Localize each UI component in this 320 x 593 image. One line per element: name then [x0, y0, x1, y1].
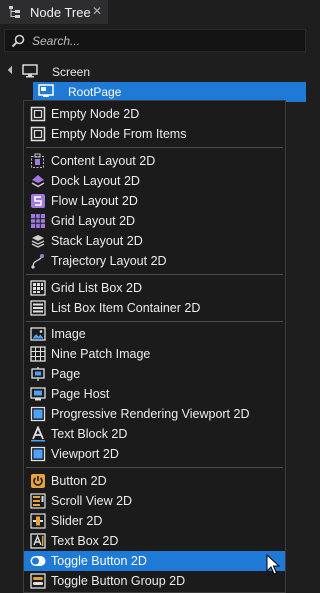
tree-node-label: RootPage: [68, 85, 122, 99]
menu-item-label: Flow Layout 2D: [51, 194, 138, 208]
menu-item-list-box-item-container-2d[interactable]: List Box Item Container 2D: [24, 298, 285, 318]
content-layout-icon: [31, 153, 44, 168]
menu-item-label: Scroll View 2D: [51, 494, 133, 508]
button-icon: [31, 474, 45, 488]
menu-item-flow-layout-2d[interactable]: Flow Layout 2D: [24, 191, 285, 211]
menu-item-label: Dock Layout 2D: [51, 174, 140, 188]
menu-item-button-2d[interactable]: Button 2D: [24, 471, 285, 491]
nine-patch-icon: [30, 346, 46, 362]
image-icon: [30, 327, 46, 341]
page-icon: [38, 84, 54, 97]
node-tree-icon: [9, 6, 20, 18]
menu-item-label: Toggle Button Group 2D: [51, 574, 186, 588]
grid-layout-icon: [31, 214, 45, 228]
menu-item-grid-list-box-2d[interactable]: Grid List Box 2D: [24, 278, 285, 298]
menu-item-text-box-2d[interactable]: Text Box 2D: [24, 531, 285, 551]
text-box-icon: [30, 533, 46, 549]
menu-item-label: Empty Node From Items: [51, 127, 187, 141]
menu-item-content-layout-2d[interactable]: Content Layout 2D: [24, 151, 285, 171]
search-input[interactable]: [32, 33, 292, 48]
panel-title: Node Tree: [30, 4, 91, 20]
viewport-icon: [30, 446, 46, 462]
menu-item-dock-layout-2d[interactable]: Dock Layout 2D: [24, 171, 285, 191]
menu-item-empty-node-from-items[interactable]: Empty Node From Items: [24, 124, 285, 144]
viewport-icon: [30, 406, 46, 422]
menu-item-grid-layout-2d[interactable]: Grid Layout 2D: [24, 211, 285, 231]
close-icon[interactable]: ✕: [92, 4, 102, 18]
menu-item-label: Stack Layout 2D: [51, 234, 143, 248]
slider-icon: [30, 513, 46, 529]
menu-item-page-host[interactable]: Page Host: [24, 384, 285, 404]
grid-list-box-icon: [30, 280, 46, 296]
menu-item-toggle-button-group-2d[interactable]: Toggle Button Group 2D: [24, 571, 285, 591]
menu-item-nine-patch-image[interactable]: Nine Patch Image: [24, 344, 285, 364]
page-host-icon: [30, 387, 46, 401]
menu-item-label: Grid Layout 2D: [51, 214, 136, 228]
screen-icon: [22, 64, 38, 78]
add-node-context-menu: Empty Node 2D Empty Node From Items Cont…: [23, 100, 286, 593]
menu-item-label: Button 2D: [51, 474, 107, 488]
tree-node-label: Screen: [52, 65, 91, 79]
menu-item-empty-node-2d[interactable]: Empty Node 2D: [24, 104, 285, 124]
expand-arrow-icon[interactable]: [7, 65, 17, 75]
menu-item-stack-layout-2d[interactable]: Stack Layout 2D: [24, 231, 285, 251]
menu-item-scroll-view-2d[interactable]: Scroll View 2D: [24, 491, 285, 511]
list-box-icon: [30, 300, 46, 316]
menu-separator: [26, 467, 283, 468]
menu-item-label: List Box Item Container 2D: [51, 301, 201, 315]
toggle-button-icon: [30, 556, 46, 566]
menu-item-label: Image: [51, 327, 86, 341]
menu-item-label: Page: [51, 367, 81, 381]
flow-layout-icon: [31, 194, 45, 208]
menu-separator: [26, 274, 283, 275]
menu-item-trajectory-layout-2d[interactable]: Trajectory Layout 2D: [24, 251, 285, 271]
menu-item-label: Toggle Button 2D: [51, 554, 147, 568]
menu-item-label: Nine Patch Image: [51, 347, 151, 361]
text-block-icon: [31, 426, 45, 442]
menu-item-label: Empty Node 2D: [51, 107, 140, 121]
menu-separator: [26, 321, 283, 322]
empty-node-icon: [30, 106, 46, 122]
menu-item-label: Text Box 2D: [51, 534, 119, 548]
menu-item-image[interactable]: Image: [24, 324, 285, 344]
menu-item-progressive-rendering-viewport-2d[interactable]: Progressive Rendering Viewport 2D: [24, 404, 285, 424]
menu-item-label: Page Host: [51, 387, 110, 401]
search-icon: [11, 34, 25, 47]
panel-tabbar: Node Tree ✕: [0, 0, 310, 24]
menu-item-label: Viewport 2D: [51, 447, 119, 461]
empty-node-icon: [30, 126, 46, 142]
menu-item-label: Content Layout 2D: [51, 154, 156, 168]
menu-item-label: Slider 2D: [51, 514, 103, 528]
menu-item-page[interactable]: Page: [24, 364, 285, 384]
menu-item-text-block-2d[interactable]: Text Block 2D: [24, 424, 285, 444]
menu-item-label: Grid List Box 2D: [51, 281, 143, 295]
trajectory-layout-icon: [31, 254, 44, 269]
tab-node-tree[interactable]: Node Tree ✕: [0, 0, 108, 24]
toggle-button-group-icon: [30, 573, 46, 589]
page-icon: [31, 367, 45, 381]
menu-item-label: Text Block 2D: [51, 427, 128, 441]
stack-layout-icon: [31, 235, 45, 248]
menu-separator: [26, 147, 283, 148]
menu-item-label: Trajectory Layout 2D: [51, 254, 167, 268]
dock-layout-icon: [31, 175, 45, 188]
menu-item-viewport-2d[interactable]: Viewport 2D: [24, 444, 285, 464]
menu-item-label: Progressive Rendering Viewport 2D: [51, 407, 250, 421]
scroll-view-icon: [30, 493, 46, 509]
tree-node-screen[interactable]: Screen: [0, 62, 310, 82]
menu-item-slider-2d[interactable]: Slider 2D: [24, 511, 285, 531]
mouse-cursor-icon: [266, 554, 281, 575]
search-box[interactable]: [4, 29, 306, 52]
tree-node-rootpage[interactable]: RootPage: [33, 82, 306, 102]
menu-item-toggle-button-2d[interactable]: Toggle Button 2D: [24, 551, 285, 571]
